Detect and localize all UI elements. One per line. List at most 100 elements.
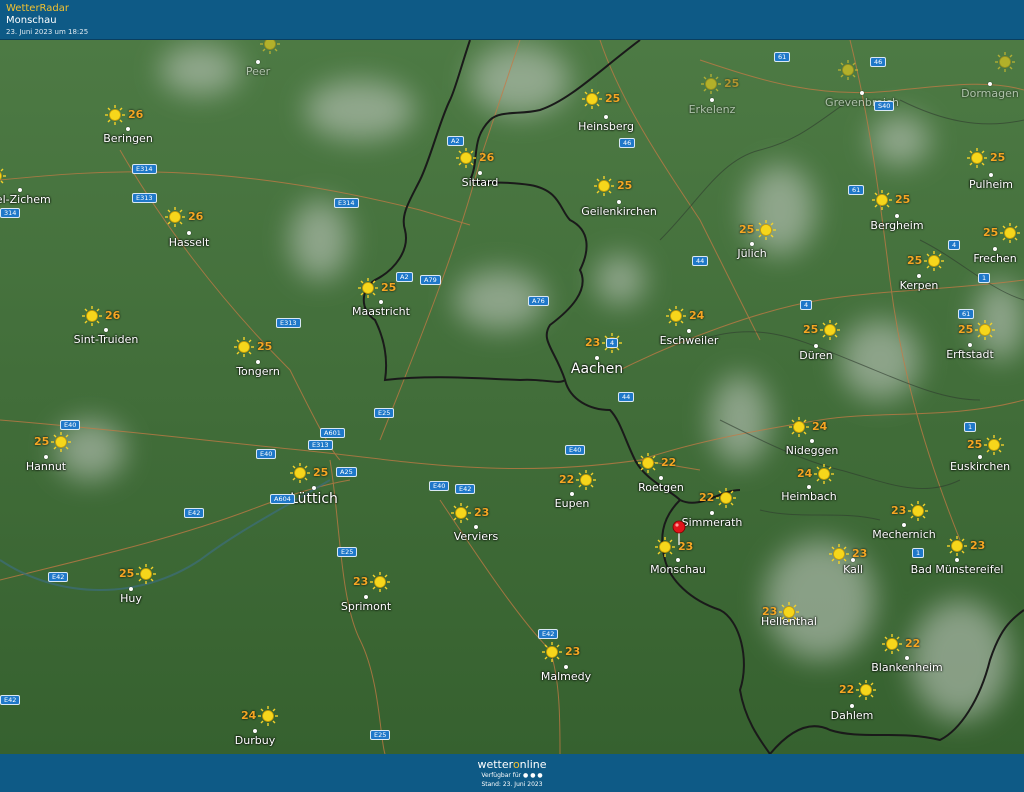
- city-label[interactable]: Eschweiler: [660, 334, 719, 347]
- sun-icon: [966, 147, 988, 169]
- city-label[interactable]: Huy: [120, 592, 142, 605]
- city-label[interactable]: Heinsberg: [578, 120, 634, 133]
- road-sign: E40: [429, 481, 450, 491]
- temperature-label: 23: [891, 504, 907, 517]
- city-label[interactable]: Euskirchen: [950, 460, 1010, 473]
- city-label[interactable]: Sint-Truiden: [74, 333, 139, 346]
- road-sign: 4: [948, 240, 961, 250]
- temperature-label: 26: [105, 309, 121, 322]
- city-dot: [993, 247, 997, 251]
- city-dot: [814, 344, 818, 348]
- temperature-label: 25: [724, 77, 740, 90]
- city-dot: [978, 455, 982, 459]
- radar-map[interactable]: Peer Erkelenz 25 Grevenbroich Dormagen Bering…: [0, 40, 1024, 754]
- temperature-label: 25: [381, 281, 397, 294]
- city-label[interactable]: Erftstadt: [946, 348, 994, 361]
- road-sign: 1: [912, 548, 925, 558]
- city-label[interactable]: Beringen: [103, 132, 153, 145]
- sun-icon: [0, 165, 7, 187]
- temperature-label: 23: [852, 547, 868, 560]
- city-label[interactable]: Mechernich: [872, 528, 935, 541]
- road-sign: 61: [848, 185, 865, 195]
- timestamp: 23. Juni 2023 um 18:25: [6, 28, 89, 36]
- footer-bar: wetteronline Verfügbar für ● ● ● Stand: …: [0, 754, 1024, 792]
- sun-icon: [837, 59, 859, 81]
- sun-icon: [450, 502, 472, 524]
- road-sign: 44: [618, 392, 635, 402]
- city-label[interactable]: Sittard: [462, 176, 499, 189]
- city-dot: [256, 360, 260, 364]
- temperature-label: 24: [241, 709, 257, 722]
- city-label[interactable]: vel-Zichem: [0, 193, 51, 206]
- temperature-label: 23: [474, 506, 490, 519]
- temperature-label: 26: [479, 151, 495, 164]
- sun-icon: [946, 535, 968, 557]
- city-label[interactable]: Hannut: [26, 460, 66, 473]
- city-label[interactable]: Roetgen: [638, 481, 684, 494]
- city-dot: [187, 231, 191, 235]
- city-label[interactable]: Dahlem: [831, 709, 874, 722]
- city-dot: [104, 328, 108, 332]
- city-label[interactable]: Bad Münstereifel: [911, 563, 1004, 576]
- city-label[interactable]: Eupen: [555, 497, 590, 510]
- city-label[interactable]: Simmerath: [682, 516, 743, 529]
- road-sign: E42: [0, 695, 21, 705]
- sun-icon: [999, 222, 1021, 244]
- city-dot: [687, 329, 691, 333]
- temperature-label: 25: [803, 323, 819, 336]
- road-sign: E42: [538, 629, 559, 639]
- city-label[interactable]: Frechen: [973, 252, 1016, 265]
- road-sign: 46: [619, 138, 636, 148]
- temperature-label: 23: [565, 645, 581, 658]
- city-label[interactable]: Kerpen: [900, 279, 939, 292]
- city-label[interactable]: Blankenheim: [871, 661, 943, 674]
- city-label[interactable]: Hasselt: [169, 236, 210, 249]
- road-sign: E314: [132, 164, 157, 174]
- city-label[interactable]: Geilenkirchen: [581, 205, 657, 218]
- sun-icon: [715, 487, 737, 509]
- temperature-label: 25: [605, 92, 621, 105]
- city-dot: [617, 200, 621, 204]
- city-label[interactable]: Bergheim: [870, 219, 923, 232]
- temperature-label: 25: [983, 226, 999, 239]
- city-dot: [850, 704, 854, 708]
- sun-icon: [541, 641, 563, 663]
- sun-icon: [881, 633, 903, 655]
- city-label[interactable]: Malmedy: [541, 670, 591, 683]
- city-label[interactable]: Verviers: [454, 530, 499, 543]
- sun-icon: [871, 189, 893, 211]
- city-dot: [129, 587, 133, 591]
- city-label[interactable]: Heimbach: [781, 490, 837, 503]
- sun-icon: [369, 571, 391, 593]
- city-dot: [312, 486, 316, 490]
- city-label[interactable]: Nideggen: [786, 444, 839, 457]
- temperature-label: 25: [907, 254, 923, 267]
- city-label[interactable]: Pulheim: [969, 178, 1013, 191]
- city-label[interactable]: Erkelenz: [689, 103, 736, 116]
- city-dot: [710, 511, 714, 515]
- city-label[interactable]: Durbuy: [235, 734, 275, 747]
- city-label[interactable]: Maastricht: [352, 305, 410, 318]
- city-label[interactable]: Düren: [799, 349, 832, 362]
- city-label[interactable]: Tongern: [236, 365, 280, 378]
- city-label[interactable]: Dormagen: [961, 87, 1019, 100]
- city-label[interactable]: Lüttich: [290, 491, 338, 507]
- sun-icon: [164, 206, 186, 228]
- road-sign: 4: [606, 338, 619, 348]
- temperature-label: 24: [689, 309, 705, 322]
- sun-icon: [81, 305, 103, 327]
- location-pin-icon[interactable]: [672, 520, 686, 546]
- temperature-label: 25: [967, 438, 983, 451]
- city-dot: [988, 82, 992, 86]
- city-label[interactable]: Peer: [246, 65, 270, 78]
- sun-icon: [974, 319, 996, 341]
- temperature-label: 26: [188, 210, 204, 223]
- city-dot: [595, 356, 599, 360]
- city-label[interactable]: Monschau: [650, 563, 706, 576]
- city-dot: [18, 188, 22, 192]
- city-label[interactable]: Aachen: [571, 361, 623, 377]
- city-dot: [253, 729, 257, 733]
- city-label[interactable]: Jülich: [737, 247, 766, 260]
- brand-logo[interactable]: wetteronline: [0, 758, 1024, 771]
- city-label[interactable]: Sprimont: [341, 600, 391, 613]
